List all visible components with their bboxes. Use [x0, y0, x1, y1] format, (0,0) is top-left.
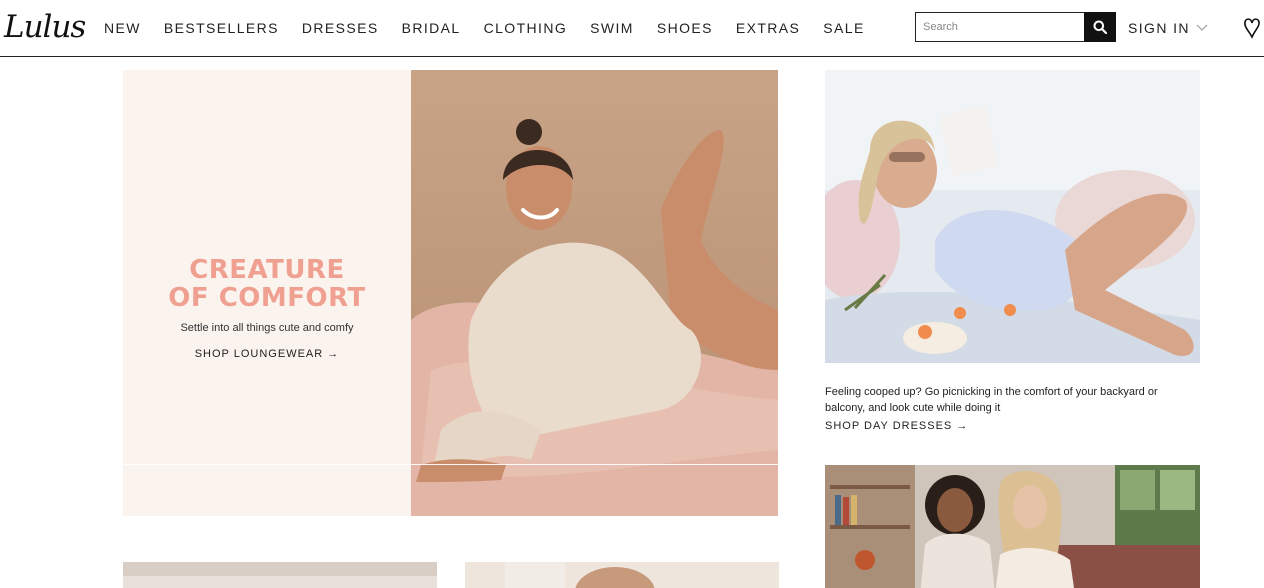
nav-shoes[interactable]: SHOES — [657, 20, 713, 36]
nav-extras[interactable]: EXTRAS — [736, 20, 800, 36]
nav-new[interactable]: NEW — [104, 20, 141, 36]
nav-bestsellers[interactable]: BESTSELLERS — [164, 20, 279, 36]
tile-left-photo — [123, 562, 437, 588]
search-icon — [1093, 20, 1107, 34]
hero-subtitle: Settle into all things cute and comfy — [180, 322, 354, 334]
sign-in-menu[interactable]: SIGN IN — [1128, 20, 1208, 36]
divider-line — [123, 464, 778, 465]
nav-bridal[interactable]: BRIDAL — [402, 20, 461, 36]
picnic-photo — [825, 70, 1200, 363]
wishlist-heart-icon[interactable] — [1243, 17, 1261, 39]
kitchen-photo — [825, 465, 1200, 588]
bottom-promo-tile-right[interactable] — [465, 562, 779, 588]
hero-title-line2: OF COMFORT — [168, 283, 366, 313]
site-header: Lulus NEW BESTSELLERS DRESSES BRIDAL CLO… — [0, 0, 1264, 57]
lulus-logo[interactable]: Lulus — [4, 12, 86, 43]
picnic-caption: Feeling cooped up? Go picnicking in the … — [825, 386, 1158, 414]
hero-photo — [411, 70, 778, 516]
chevron-down-icon — [1196, 24, 1208, 31]
hero-title: CREATURE OF COMFORT — [123, 256, 411, 312]
hero-title-line1: CREATURE — [189, 255, 345, 285]
hero-banner[interactable]: CREATURE OF COMFORT Settle into all thin… — [123, 70, 778, 516]
search-button[interactable] — [1084, 12, 1116, 42]
nav-swim[interactable]: SWIM — [590, 20, 634, 36]
search-input[interactable] — [915, 12, 1085, 42]
sign-in-label: SIGN IN — [1128, 20, 1190, 36]
kitchen-promo-image[interactable] — [825, 465, 1200, 588]
nav-clothing[interactable]: CLOTHING — [484, 20, 568, 36]
tile-right-photo — [465, 562, 779, 588]
nav-dresses[interactable]: DRESSES — [302, 20, 379, 36]
nav-sale[interactable]: SALE — [823, 20, 864, 36]
bottom-promo-tile-left[interactable] — [123, 562, 437, 588]
shop-loungewear-link[interactable]: SHOP LOUNGEWEAR → — [123, 348, 411, 360]
main-nav: NEW BESTSELLERS DRESSES BRIDAL CLOTHING … — [104, 20, 888, 36]
shop-day-dresses-link[interactable]: SHOP DAY DRESSES → — [825, 420, 968, 432]
hero-image — [411, 70, 778, 516]
picnic-promo-image[interactable] — [825, 70, 1200, 363]
